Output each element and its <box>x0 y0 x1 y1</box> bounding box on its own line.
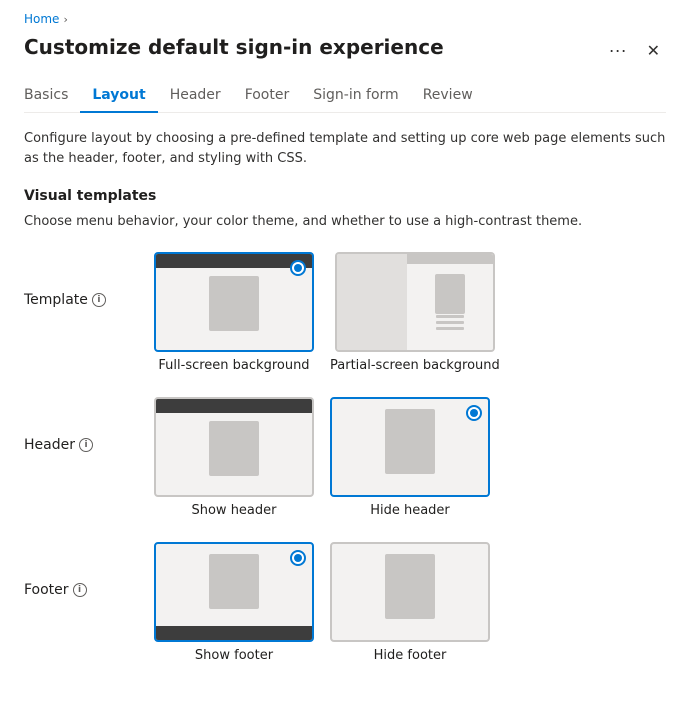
page-container: Home › Customize default sign-in experie… <box>0 0 690 711</box>
tpl-partial-panel <box>407 254 493 350</box>
tabs-nav: Basics Layout Header Footer Sign-in form… <box>24 79 666 113</box>
show-footer-radio <box>290 550 306 566</box>
template-full-label: Full-screen background <box>158 358 309 373</box>
template-full-screen-card[interactable]: Full-screen background <box>154 252 314 373</box>
template-label: Template i <box>24 252 154 308</box>
header-option-row: Header i Show header <box>24 397 666 518</box>
hide-footer-card[interactable]: Hide footer <box>330 542 490 663</box>
header-actions: ··· ✕ <box>603 38 666 63</box>
close-button[interactable]: ✕ <box>641 39 666 63</box>
more-options-button[interactable]: ··· <box>603 38 633 63</box>
show-header-card[interactable]: Show header <box>154 397 314 518</box>
tpl-partial-lines <box>436 315 464 330</box>
tab-header[interactable]: Header <box>158 79 233 113</box>
header-info-icon[interactable]: i <box>79 438 93 452</box>
template-partial-screen-card[interactable]: Partial-screen background <box>330 252 500 373</box>
show-footer-content <box>209 554 259 609</box>
show-header-content <box>209 421 259 476</box>
hide-header-card[interactable]: Hide header <box>330 397 490 518</box>
tpl-partial-topbar <box>407 254 493 264</box>
tab-footer[interactable]: Footer <box>233 79 302 113</box>
layout-description: Configure layout by choosing a pre-defin… <box>24 129 666 168</box>
hide-header-radio <box>466 405 482 421</box>
template-info-icon[interactable]: i <box>92 293 106 307</box>
hide-header-visual <box>332 399 488 495</box>
tab-basics[interactable]: Basics <box>24 79 80 113</box>
footer-info-icon[interactable]: i <box>73 583 87 597</box>
breadcrumb-separator: › <box>63 13 67 26</box>
tpl-partial-line2 <box>436 321 464 324</box>
template-full-visual <box>156 254 312 350</box>
hide-header-label: Hide header <box>370 503 450 518</box>
tpl-full-content <box>209 276 259 331</box>
show-header-box[interactable] <box>154 397 314 497</box>
template-partial-screen-box[interactable] <box>335 252 495 352</box>
hide-header-box[interactable] <box>330 397 490 497</box>
hide-footer-visual <box>332 544 488 640</box>
show-footer-label: Show footer <box>195 648 273 663</box>
footer-section-label: Footer i <box>24 542 154 598</box>
template-full-screen-box[interactable] <box>154 252 314 352</box>
header-options-group: Show header Hide header <box>154 397 490 518</box>
template-full-radio <box>290 260 306 276</box>
breadcrumb: Home › <box>24 12 666 26</box>
tpl-full-topbar <box>156 254 312 268</box>
hide-header-content <box>385 409 435 474</box>
template-partial-visual <box>337 254 493 350</box>
template-partial-label: Partial-screen background <box>330 358 500 373</box>
tpl-partial-line1 <box>436 315 464 318</box>
show-footer-bottombar <box>156 626 312 640</box>
page-title: Customize default sign-in experience <box>24 34 444 60</box>
hide-footer-content <box>385 554 435 619</box>
tab-review[interactable]: Review <box>411 79 485 113</box>
tpl-partial-line3 <box>436 327 464 330</box>
visual-templates-description: Choose menu behavior, your color theme, … <box>24 212 666 232</box>
tab-signin-form[interactable]: Sign-in form <box>301 79 410 113</box>
show-header-visual <box>156 399 312 495</box>
header-row: Customize default sign-in experience ···… <box>24 34 666 63</box>
hide-footer-label: Hide footer <box>374 648 447 663</box>
show-footer-card[interactable]: Show footer <box>154 542 314 663</box>
footer-options-group: Show footer Hide footer <box>154 542 490 663</box>
footer-option-row: Footer i Show footer <box>24 542 666 663</box>
hide-footer-box[interactable] <box>330 542 490 642</box>
breadcrumb-home-link[interactable]: Home <box>24 12 59 26</box>
header-section-label: Header i <box>24 397 154 453</box>
template-option-row: Template i Full-screen background <box>24 252 666 373</box>
show-footer-box[interactable] <box>154 542 314 642</box>
visual-templates-title: Visual templates <box>24 188 666 204</box>
show-header-label: Show header <box>191 503 276 518</box>
show-header-topbar <box>156 399 312 413</box>
tab-layout[interactable]: Layout <box>80 79 157 113</box>
show-footer-visual <box>156 544 312 640</box>
tpl-partial-content <box>435 274 465 314</box>
template-options-group: Full-screen background <box>154 252 500 373</box>
